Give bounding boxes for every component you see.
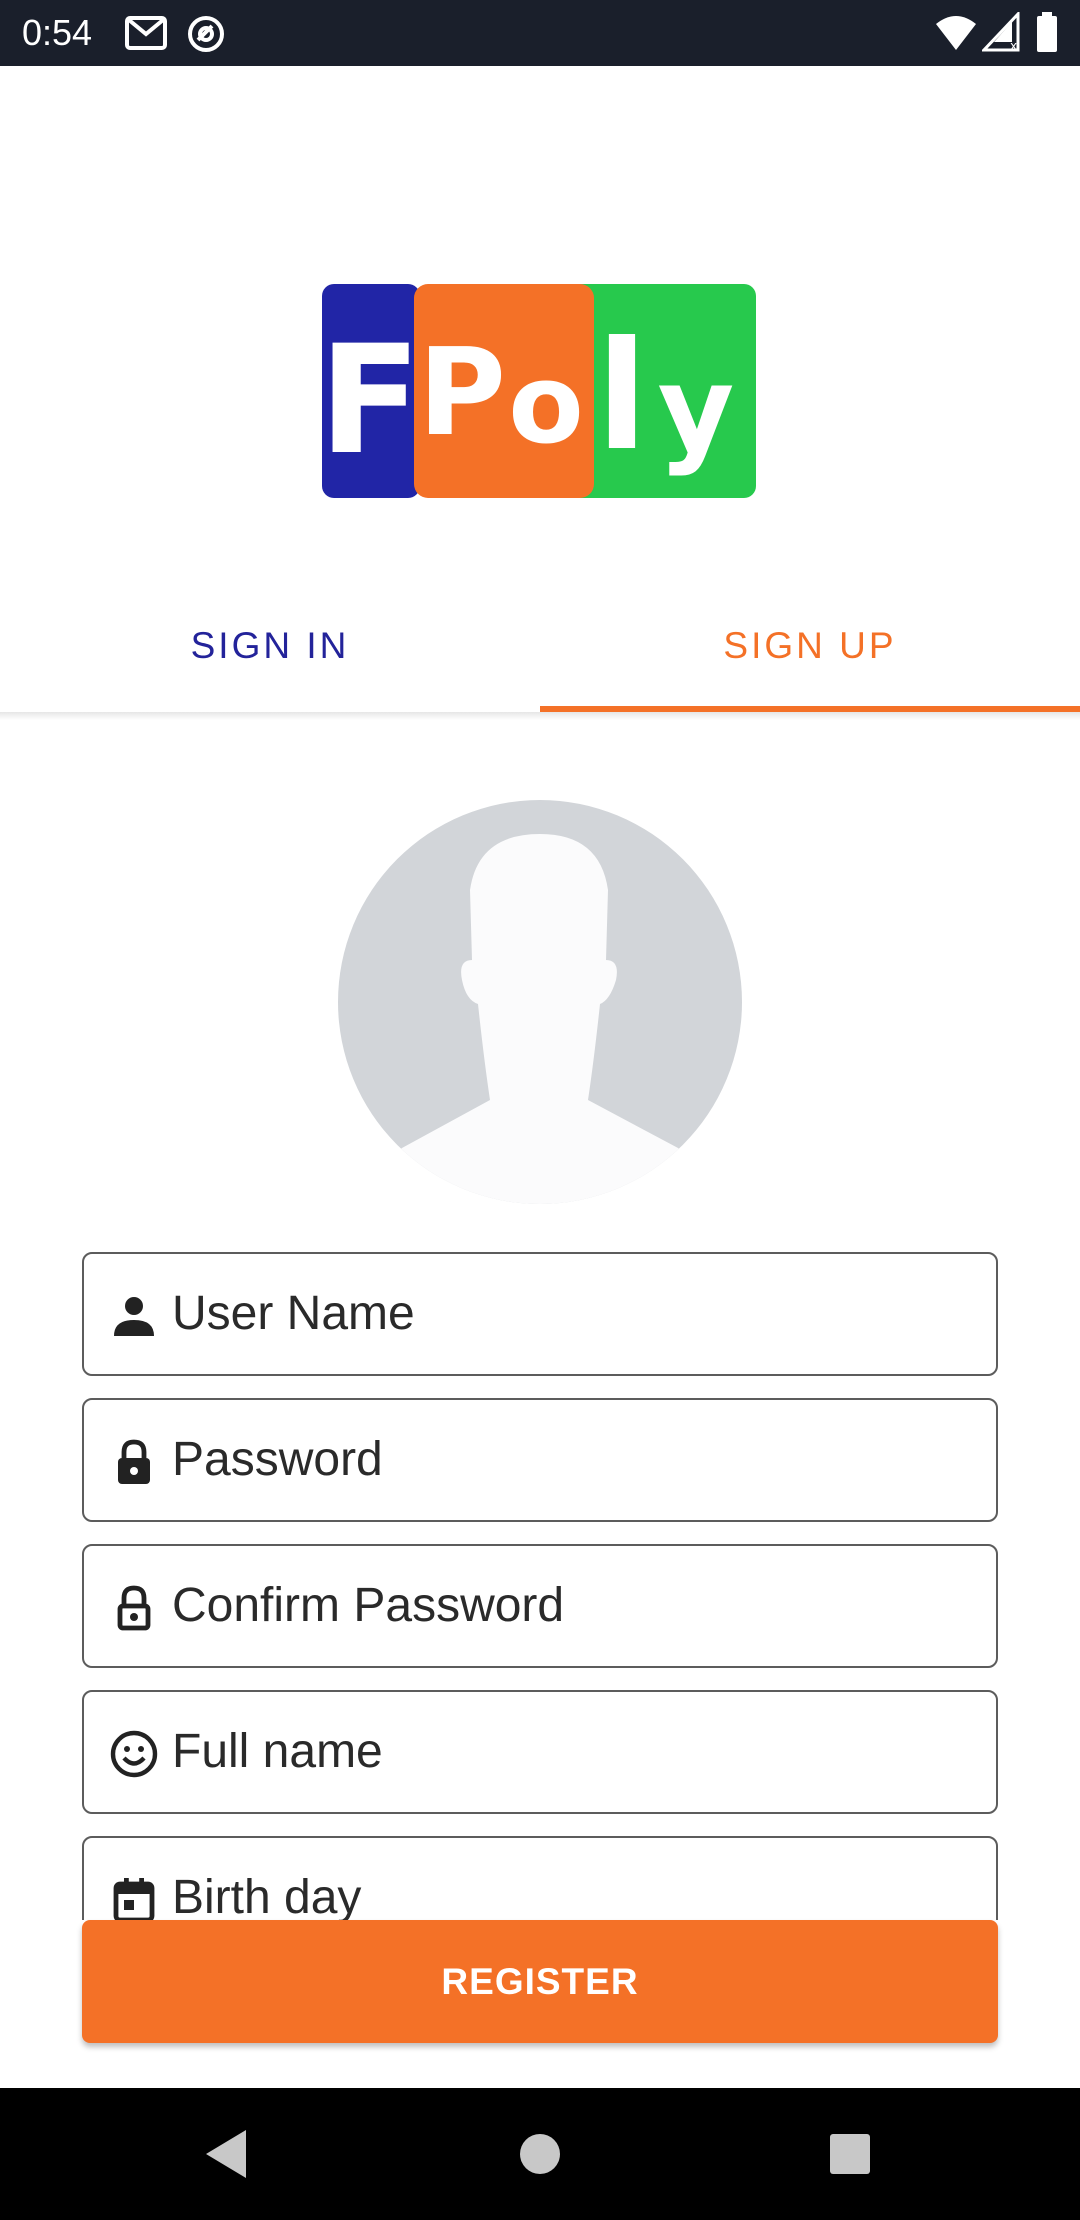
full-name-field[interactable]: Full name <box>82 1690 998 1814</box>
sync-icon <box>186 14 226 59</box>
gmail-icon <box>124 14 168 57</box>
cell-signal-icon: x <box>980 10 1022 57</box>
svg-text:x: x <box>1010 39 1017 52</box>
fpoly-logo: F P o l y <box>319 284 756 498</box>
tabs-divider <box>0 712 1080 720</box>
back-icon[interactable] <box>194 2122 258 2186</box>
calendar-icon <box>110 1876 158 1920</box>
svg-text:o: o <box>508 340 584 468</box>
tab-sign-up[interactable]: SIGN UP <box>540 580 1080 712</box>
home-icon[interactable] <box>508 2122 572 2186</box>
default-avatar-icon[interactable] <box>338 800 742 1204</box>
birth-day-placeholder: Birth day <box>172 1871 362 1920</box>
password-placeholder: Password <box>172 1433 383 1486</box>
svg-text:P: P <box>418 324 506 463</box>
svg-text:F: F <box>322 314 421 488</box>
confirm-password-field[interactable]: Confirm Password <box>82 1544 998 1668</box>
battery-icon <box>1036 12 1058 57</box>
birth-day-field[interactable]: Birth day <box>82 1836 998 1920</box>
auth-tabs: SIGN IN SIGN UP <box>0 580 1080 712</box>
lock-outline-icon <box>110 1584 158 1632</box>
smiley-icon <box>110 1730 158 1778</box>
sign-up-form: User Name Password Confirm Password Full… <box>82 1252 998 1920</box>
register-button[interactable]: REGISTER <box>82 1920 998 2043</box>
svg-text:l: l <box>596 310 647 484</box>
recents-icon[interactable] <box>818 2122 882 2186</box>
user-name-placeholder: User Name <box>172 1287 415 1340</box>
password-field[interactable]: Password <box>82 1398 998 1522</box>
navigation-bar <box>0 2088 1080 2220</box>
tab-sign-in[interactable]: SIGN IN <box>0 580 540 712</box>
person-icon <box>110 1292 158 1340</box>
lock-icon <box>110 1438 158 1486</box>
status-bar: 0:54 x <box>0 0 1080 66</box>
status-time: 0:54 <box>22 12 93 53</box>
full-name-placeholder: Full name <box>172 1725 383 1778</box>
wifi-icon <box>934 12 978 57</box>
svg-text:y: y <box>658 340 735 478</box>
confirm-password-placeholder: Confirm Password <box>172 1579 565 1632</box>
user-name-field[interactable]: User Name <box>82 1252 998 1376</box>
